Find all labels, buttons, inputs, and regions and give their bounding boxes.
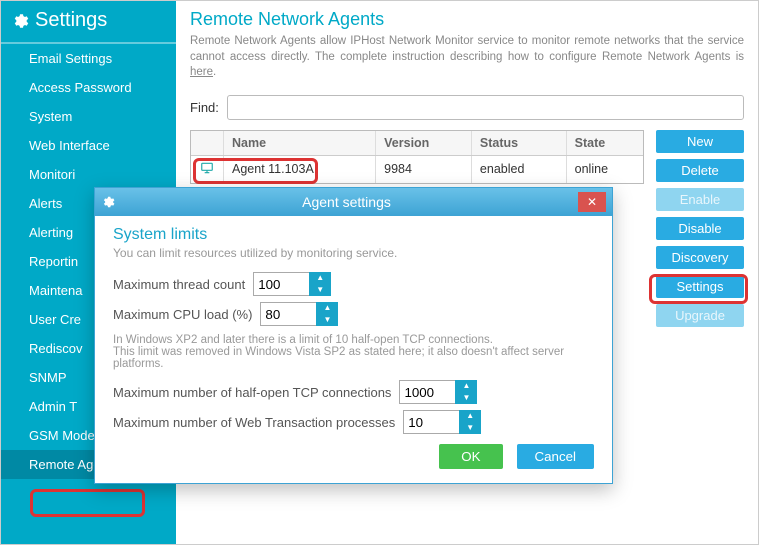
new-button[interactable]: New bbox=[656, 130, 744, 153]
cell-state: online bbox=[566, 155, 643, 183]
cell-name: Agent 11.103A bbox=[224, 155, 376, 183]
thread-count-spinner[interactable]: ▲▼ bbox=[309, 272, 331, 296]
section-title: System limits bbox=[113, 226, 594, 244]
dialog-title: Agent settings bbox=[115, 194, 578, 210]
tcp-conn-label: Maximum number of half-open TCP connecti… bbox=[113, 385, 391, 400]
upgrade-button: Upgrade bbox=[656, 304, 744, 327]
enable-button: Enable bbox=[656, 188, 744, 211]
sidebar-title-text: Settings bbox=[35, 9, 107, 32]
disable-button[interactable]: Disable bbox=[656, 217, 744, 240]
discovery-button[interactable]: Discovery bbox=[656, 246, 744, 269]
gear-icon bbox=[11, 12, 29, 30]
tcp-conn-input[interactable] bbox=[399, 380, 455, 404]
sidebar-item-system[interactable]: System bbox=[1, 102, 176, 131]
cpu-load-spinner[interactable]: ▲▼ bbox=[316, 302, 338, 326]
webtrans-input[interactable] bbox=[403, 410, 459, 434]
agent-settings-dialog: Agent settings ✕ System limits You can l… bbox=[94, 187, 613, 484]
action-buttons: New Delete Enable Disable Discovery Settings U… bbox=[656, 130, 744, 327]
sidebar-item-email-settings[interactable]: Email Settings bbox=[1, 44, 176, 73]
col-header: Name bbox=[224, 131, 376, 156]
cancel-button[interactable]: Cancel bbox=[517, 444, 595, 469]
sidebar-item-access-password[interactable]: Access Password bbox=[1, 73, 176, 102]
sidebar-item-monitori[interactable]: Monitori bbox=[1, 160, 176, 189]
ok-button[interactable]: OK bbox=[439, 444, 502, 469]
col-header: State bbox=[566, 131, 643, 156]
webtrans-label: Maximum number of Web Transaction proces… bbox=[113, 415, 395, 430]
webtrans-spinner[interactable]: ▲▼ bbox=[459, 410, 481, 434]
close-icon[interactable]: ✕ bbox=[578, 192, 606, 212]
settings-button[interactable]: Settings bbox=[656, 275, 744, 298]
monitor-icon bbox=[199, 161, 215, 175]
find-input[interactable] bbox=[227, 95, 744, 120]
sidebar-item-web-interface[interactable]: Web Interface bbox=[1, 131, 176, 160]
cell-status: enabled bbox=[471, 155, 566, 183]
cell-version: 9984 bbox=[376, 155, 472, 183]
note-text: In Windows XP2 and later there is a limi… bbox=[113, 334, 594, 370]
thread-count-label: Maximum thread count bbox=[113, 277, 245, 292]
cpu-load-label: Maximum CPU load (%) bbox=[113, 307, 252, 322]
section-subtitle: You can limit resources utilized by moni… bbox=[113, 246, 594, 260]
here-link[interactable]: here bbox=[190, 66, 213, 78]
agents-table: NameVersionStatusState Agent 11.103A9984… bbox=[191, 131, 643, 183]
tcp-conn-spinner[interactable]: ▲▼ bbox=[455, 380, 477, 404]
gear-icon bbox=[101, 195, 115, 209]
find-label: Find: bbox=[190, 100, 219, 115]
col-header bbox=[191, 131, 224, 156]
cpu-load-input[interactable] bbox=[260, 302, 316, 326]
sidebar-title: Settings bbox=[1, 1, 176, 44]
table-row[interactable]: Agent 11.103A9984enabledonline bbox=[191, 155, 643, 183]
thread-count-input[interactable] bbox=[253, 272, 309, 296]
col-header: Version bbox=[376, 131, 472, 156]
delete-button[interactable]: Delete bbox=[656, 159, 744, 182]
page-description: Remote Network Agents allow IPHost Netwo… bbox=[190, 34, 744, 81]
col-header: Status bbox=[471, 131, 566, 156]
page-title: Remote Network Agents bbox=[190, 9, 744, 30]
